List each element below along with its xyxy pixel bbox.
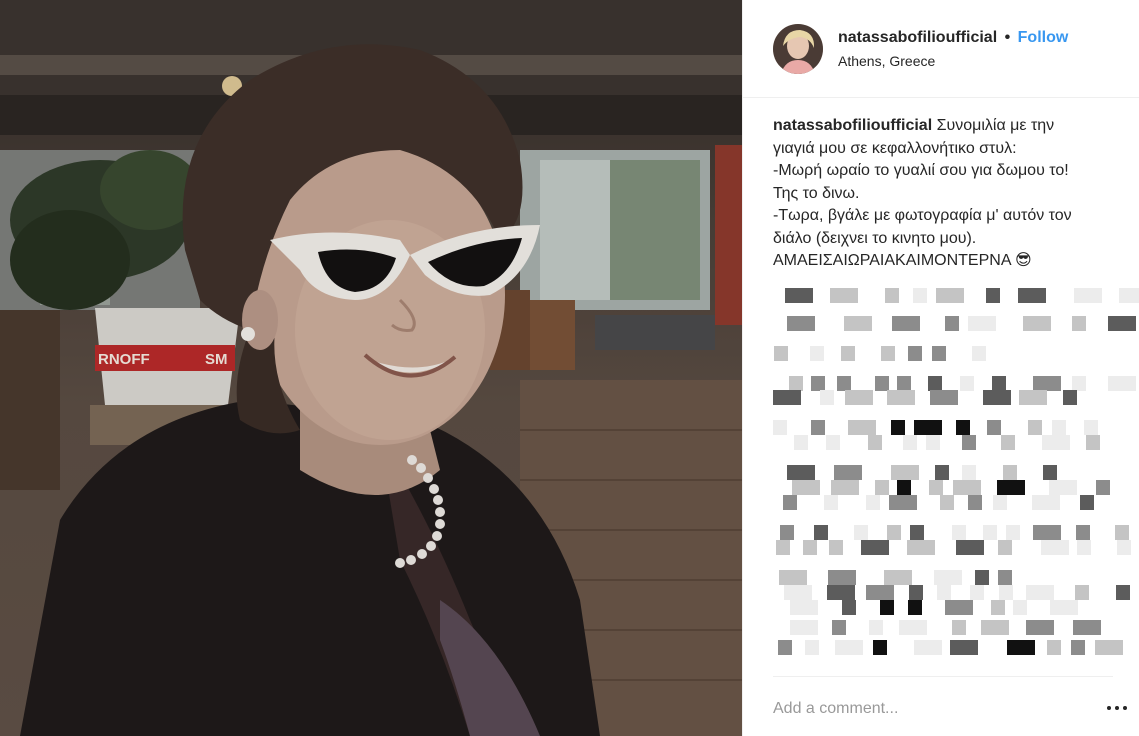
caption-text-5: -Τωρα, βγάλε με φωτογραφία μ' αυτόν τον [773, 207, 1072, 224]
photo-illustration: RNOFF SM [0, 0, 742, 736]
pixelated-comments-graphic [773, 288, 1139, 655]
pixelated-comments [765, 280, 1139, 672]
post-header-user-line: natassabofilioufficial • Follow [838, 29, 1068, 47]
caption-text-2: γιαγιά μου σε κεφαλλονήτικο στυλ: [773, 139, 1017, 157]
post-caption: natassabofilioufficial Συνομιλία με την … [773, 115, 1123, 273]
separator-dot: • [1004, 29, 1011, 46]
profile-avatar[interactable] [773, 24, 823, 74]
add-comment-bar [773, 676, 1113, 736]
caption-text-7: ΑΜΑΕΙΣΑΙΩΡΑΙΑΚΑΙΜΟΝΤΕΡΝΑ 😎 [773, 252, 1032, 269]
avatar-image [773, 24, 823, 74]
post-username[interactable]: natassabofilioufficial [838, 29, 997, 46]
more-options-icon[interactable] [1107, 697, 1133, 717]
caption-text-4: Της το δινω. [773, 184, 860, 202]
post-side-panel: natassabofilioufficial • Follow Athens, … [742, 0, 1139, 736]
post-photo[interactable]: RNOFF SM [0, 0, 742, 736]
follow-button[interactable]: Follow [1018, 29, 1069, 46]
caption-text-6: διάλο (δειχνει το κινητο μου). [773, 229, 977, 247]
caption-text-1: Συνομιλία με την [932, 117, 1055, 134]
add-comment-input[interactable] [773, 700, 1073, 718]
caption-username[interactable]: natassabofilioufficial [773, 117, 932, 134]
caption-text-3: -Μωρή ωραίο το γυαλιί σου για δωμου το! [773, 162, 1069, 179]
caption-line-1: natassabofilioufficial Συνομιλία με την [773, 115, 1123, 138]
post-location[interactable]: Athens, Greece [838, 53, 935, 69]
post-header: natassabofilioufficial • Follow Athens, … [743, 0, 1139, 98]
